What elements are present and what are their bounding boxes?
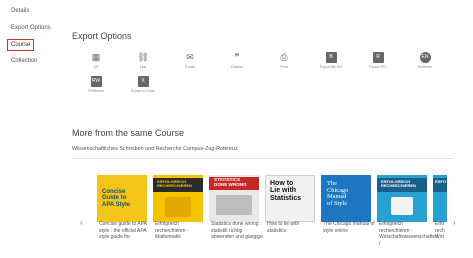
book-cover[interactable]: ERFO: [433, 175, 447, 222]
bibtex-icon: B: [325, 52, 337, 63]
export-qr-label: QR: [93, 65, 99, 69]
carousel-prev-icon[interactable]: ‹: [80, 218, 83, 227]
export-print-button[interactable]: ⎙ Print: [267, 52, 301, 69]
book-caption[interactable]: Concise guide to APA style : the officia…: [99, 221, 151, 241]
excel-icon: X: [137, 76, 149, 87]
book-cover[interactable]: The Chicago Manual of Style: [321, 175, 371, 222]
refworks-icon: RW: [90, 76, 102, 87]
book-cover[interactable]: ERFOLGREICH RECHERCHIEREN: [153, 175, 203, 222]
export-endnote-button[interactable]: EN EndNote: [408, 52, 442, 69]
sidebar-item-export-options[interactable]: Export Options: [11, 25, 51, 31]
export-bibtex-label: Export BibTeX: [319, 65, 343, 69]
book-caption[interactable]: Erfolgreich recherchieren : Wirtschaftsw…: [379, 221, 438, 247]
export-qr-button[interactable]: ▦ QR: [79, 52, 113, 69]
print-icon: ⎙: [280, 52, 288, 62]
export-excel-button[interactable]: X Export to Excel: [126, 76, 160, 93]
book-cover[interactable]: STATISTICS DONE WRONG: [209, 175, 259, 222]
export-endnote-label: EndNote: [418, 65, 432, 69]
sidebar-item-details[interactable]: Details: [11, 8, 29, 14]
book-cover-title: STATISTICS DONE WRONG: [214, 177, 247, 187]
export-refworks-label: RefWorks: [88, 89, 104, 93]
course-section-title: More from the same Course: [72, 128, 185, 138]
sidebar-item-course[interactable]: Course: [7, 39, 35, 51]
link-icon: ⛓: [137, 52, 149, 62]
book-cover-title: ERFOLGREICH RECHERCHIEREN: [381, 179, 416, 189]
export-email-label: E-mail: [184, 65, 196, 69]
carousel-next-icon[interactable]: ›: [453, 218, 456, 227]
export-options-title: Export Options: [72, 31, 132, 41]
sidebar-item-collection[interactable]: Collection: [11, 58, 37, 64]
export-email-button[interactable]: ✉ E-mail: [173, 52, 207, 69]
qr-code-icon: ▦: [91, 52, 101, 62]
export-ris-button[interactable]: R Export RIS: [361, 52, 395, 69]
book-cover[interactable]: ERFOLGREICH RECHERCHIEREN: [377, 175, 427, 222]
export-link-label: Link: [139, 65, 147, 69]
divider: [72, 158, 453, 159]
book-caption[interactable]: Statistics done wrong : statistik richti…: [211, 221, 263, 241]
citation-icon: ❞: [234, 52, 240, 62]
export-refworks-button[interactable]: RW RefWorks: [79, 76, 113, 93]
book-cover-title: ERFOLGREICH RECHERCHIEREN: [157, 179, 192, 189]
book-caption[interactable]: How to lie with statistics: [267, 221, 319, 234]
export-citation-label: Citation: [230, 65, 244, 69]
book-cover-title: How to Lie with Statistics: [270, 180, 302, 202]
export-citation-button[interactable]: ❞ Citation: [220, 52, 254, 69]
book-cover[interactable]: Concise Guide to APA Style: [97, 175, 147, 222]
export-link-button[interactable]: ⛓ Link: [126, 52, 160, 69]
book-cover-title: The Chicago Manual of Style: [327, 180, 349, 208]
book-cover-title: Concise Guide to APA Style: [102, 189, 131, 208]
export-print-label: Print: [280, 65, 288, 69]
book-cover[interactable]: How to Lie with Statistics: [265, 175, 315, 222]
book-caption[interactable]: Erfo rech Wirt: [435, 221, 449, 241]
book-caption[interactable]: Erfolgreich recherchieren - Mathematik: [155, 221, 207, 241]
ris-icon: R: [372, 52, 384, 63]
endnote-icon: EN: [419, 52, 431, 63]
book-cover-title: ERFO: [435, 179, 447, 184]
book-caption[interactable]: The Chicago manual of style online: [323, 221, 375, 234]
email-icon: ✉: [186, 52, 194, 62]
export-bibtex-button[interactable]: B Export BibTeX: [314, 52, 348, 69]
export-excel-label: Export to Excel: [130, 89, 156, 93]
course-name: Wissenschaftliches Schreiben und Recherc…: [72, 146, 238, 152]
export-ris-label: Export RIS: [369, 65, 387, 69]
